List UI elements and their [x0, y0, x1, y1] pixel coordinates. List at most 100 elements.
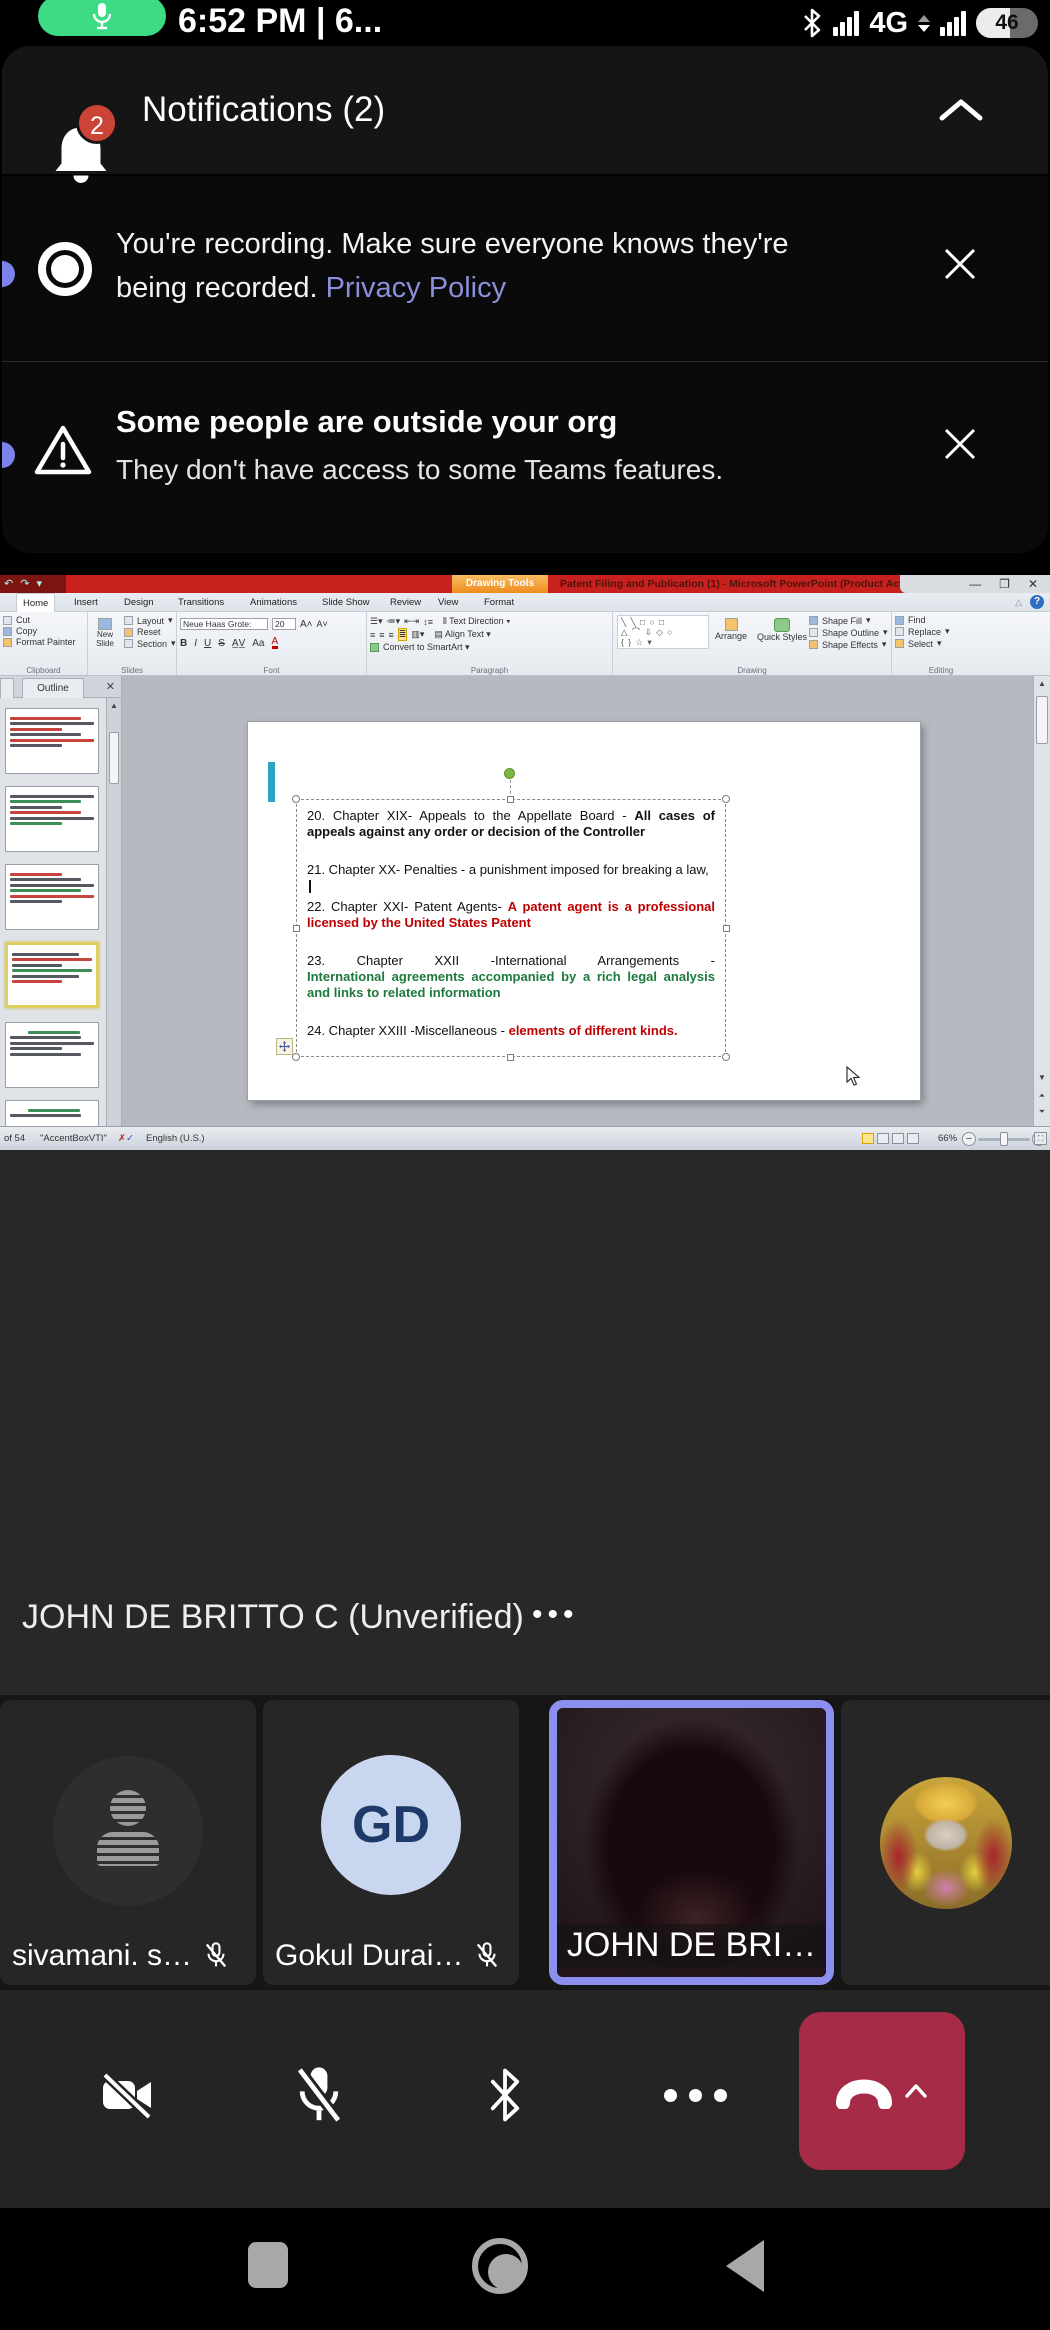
- tab-design[interactable]: Design: [118, 593, 160, 612]
- mic-active-pill[interactable]: [38, 0, 166, 36]
- select-button[interactable]: Select: [908, 639, 933, 649]
- convert-smartart-button[interactable]: Convert to SmartArt ▾: [383, 642, 470, 653]
- grow-font-button[interactable]: A˄: [300, 619, 313, 630]
- resize-handle-n[interactable]: [507, 796, 514, 803]
- slideshow-view-icon[interactable]: [907, 1133, 919, 1144]
- tab-animations[interactable]: Animations: [244, 593, 303, 612]
- resize-handle-e[interactable]: [723, 925, 730, 932]
- scroll-up-icon[interactable]: ▲: [108, 700, 120, 712]
- text-selection-box[interactable]: 20. Chapter XIX- Appeals to the Appellat…: [296, 799, 726, 1057]
- change-case-button[interactable]: Aa: [252, 638, 264, 649]
- tab-review[interactable]: Review: [384, 593, 427, 612]
- tab-insert[interactable]: Insert: [68, 593, 104, 612]
- text-direction-button[interactable]: ⫴ Text Direction ▾: [443, 616, 511, 627]
- zoom-slider-thumb[interactable]: [1000, 1132, 1008, 1146]
- slide-thumbnail[interactable]: [5, 1022, 99, 1088]
- slide-thumbnail[interactable]: [5, 864, 99, 930]
- justify-icon[interactable]: ≣: [398, 628, 408, 641]
- format-painter-button[interactable]: Format Painter: [16, 637, 76, 647]
- resize-handle-nw[interactable]: [292, 795, 300, 803]
- strikethrough-button[interactable]: S: [218, 638, 225, 649]
- participant-tile-john-active[interactable]: JOHN DE BRI…: [549, 1700, 834, 1985]
- shape-outline-button[interactable]: Shape Outline: [822, 628, 879, 638]
- shapes-gallery[interactable]: ╲ ╲ □ ○ □ △ ⌒ ⇩ ◇ ○ { } ☆ ▾: [617, 615, 709, 649]
- hang-up-button[interactable]: [799, 2012, 965, 2170]
- arrange-button[interactable]: Arrange: [715, 618, 747, 641]
- zoom-out-button[interactable]: −: [962, 1132, 976, 1146]
- participant-tile-gokul[interactable]: GD Gokul Durai…: [263, 1700, 519, 1985]
- participant-tile-photo[interactable]: [841, 1700, 1050, 1985]
- tab-transitions[interactable]: Transitions: [172, 593, 230, 612]
- zoom-percentage[interactable]: 66%: [938, 1133, 957, 1144]
- privacy-policy-link[interactable]: Privacy Policy: [326, 272, 507, 304]
- rotation-handle[interactable]: [504, 768, 515, 779]
- help-icon[interactable]: ?: [1030, 595, 1044, 609]
- align-center-icon[interactable]: ≡: [379, 630, 384, 640]
- scroll-up-icon[interactable]: ▲: [1036, 678, 1048, 690]
- tab-view[interactable]: View: [432, 593, 464, 612]
- restore-button[interactable]: ❐: [999, 575, 1010, 593]
- spellcheck-icon[interactable]: ✗✓: [118, 1133, 134, 1144]
- drawing-tools-context-tab[interactable]: Drawing Tools: [452, 575, 548, 593]
- shape-fill-button[interactable]: Shape Fill: [822, 616, 862, 626]
- resize-handle-w[interactable]: [293, 925, 300, 932]
- fit-to-window-icon[interactable]: ⛶: [1034, 1132, 1047, 1145]
- outline-tab[interactable]: Outline: [22, 678, 84, 698]
- recents-button[interactable]: [248, 2242, 288, 2288]
- new-slide-button[interactable]: New Slide: [92, 618, 118, 648]
- bullets-button[interactable]: ☰▾: [370, 616, 383, 627]
- tab-home[interactable]: Home: [16, 593, 55, 612]
- dismiss-recording-notification-button[interactable]: [938, 242, 982, 286]
- slide-canvas[interactable]: 20. Chapter XIX- Appeals to the Appellat…: [248, 722, 920, 1100]
- quick-styles-button[interactable]: Quick Styles: [757, 618, 807, 642]
- tab-slideshow[interactable]: Slide Show: [316, 593, 376, 612]
- back-button[interactable]: [726, 2240, 764, 2292]
- align-left-icon[interactable]: ≡: [370, 630, 375, 640]
- slide-sorter-icon[interactable]: [877, 1133, 889, 1144]
- copy-button[interactable]: Copy: [16, 626, 37, 636]
- quick-access-toolbar[interactable]: ↶ ↷ ▾: [0, 575, 66, 593]
- underline-button[interactable]: U: [204, 638, 211, 649]
- indent-buttons[interactable]: ⇤⇥: [404, 616, 419, 627]
- minimize-ribbon-icon[interactable]: △: [1015, 597, 1022, 608]
- align-text-button[interactable]: ▤ Align Text ▾: [434, 629, 490, 640]
- bluetooth-audio-button[interactable]: [450, 2040, 560, 2150]
- next-slide-icon[interactable]: ⏷: [1036, 1106, 1048, 1118]
- layout-button[interactable]: Layout: [137, 616, 164, 626]
- char-spacing-button[interactable]: A̲V̲: [232, 638, 245, 649]
- notifications-header[interactable]: 2 Notifications (2): [2, 46, 1048, 176]
- italic-button[interactable]: I: [194, 638, 197, 649]
- scroll-down-icon[interactable]: ▼: [1036, 1072, 1048, 1084]
- resize-handle-se[interactable]: [722, 1053, 730, 1061]
- dismiss-outside-org-notification-button[interactable]: [938, 422, 982, 466]
- align-right-icon[interactable]: ≡: [389, 630, 394, 640]
- close-panel-icon[interactable]: ✕: [106, 680, 115, 693]
- slide-thumbnail[interactable]: [5, 786, 99, 852]
- close-button[interactable]: ✕: [1028, 575, 1038, 593]
- font-color-button[interactable]: A: [272, 637, 279, 649]
- slide-scrollbar[interactable]: ▲ ▼ ⏶ ⏷: [1033, 676, 1050, 1126]
- bold-button[interactable]: B: [180, 638, 187, 649]
- numbering-button[interactable]: ≔▾: [387, 616, 401, 627]
- find-button[interactable]: Find: [908, 615, 926, 625]
- view-buttons[interactable]: [862, 1133, 922, 1144]
- reading-view-icon[interactable]: [892, 1133, 904, 1144]
- line-spacing-button[interactable]: ↕≡: [423, 617, 433, 627]
- resize-handle-ne[interactable]: [722, 795, 730, 803]
- resize-handle-s[interactable]: [507, 1054, 514, 1061]
- font-size-select[interactable]: 20: [272, 618, 296, 630]
- shape-effects-button[interactable]: Shape Effects: [822, 640, 878, 650]
- minimize-button[interactable]: —: [969, 575, 981, 593]
- language-label[interactable]: English (U.S.): [146, 1133, 205, 1144]
- slides-tab[interactable]: [0, 678, 14, 698]
- replace-button[interactable]: Replace: [908, 627, 941, 637]
- section-button[interactable]: Section: [137, 639, 167, 649]
- participant-tile-sivamani[interactable]: sivamani. s…: [0, 1700, 256, 1985]
- cut-button[interactable]: Cut: [16, 615, 30, 625]
- shrink-font-button[interactable]: A˅: [317, 619, 328, 629]
- reset-button[interactable]: Reset: [137, 627, 161, 637]
- outline-scrollbar[interactable]: ▲: [106, 698, 121, 1126]
- normal-view-icon[interactable]: [862, 1133, 874, 1144]
- collapse-notifications-button[interactable]: [936, 96, 986, 129]
- slide-thumbnail[interactable]: [5, 708, 99, 774]
